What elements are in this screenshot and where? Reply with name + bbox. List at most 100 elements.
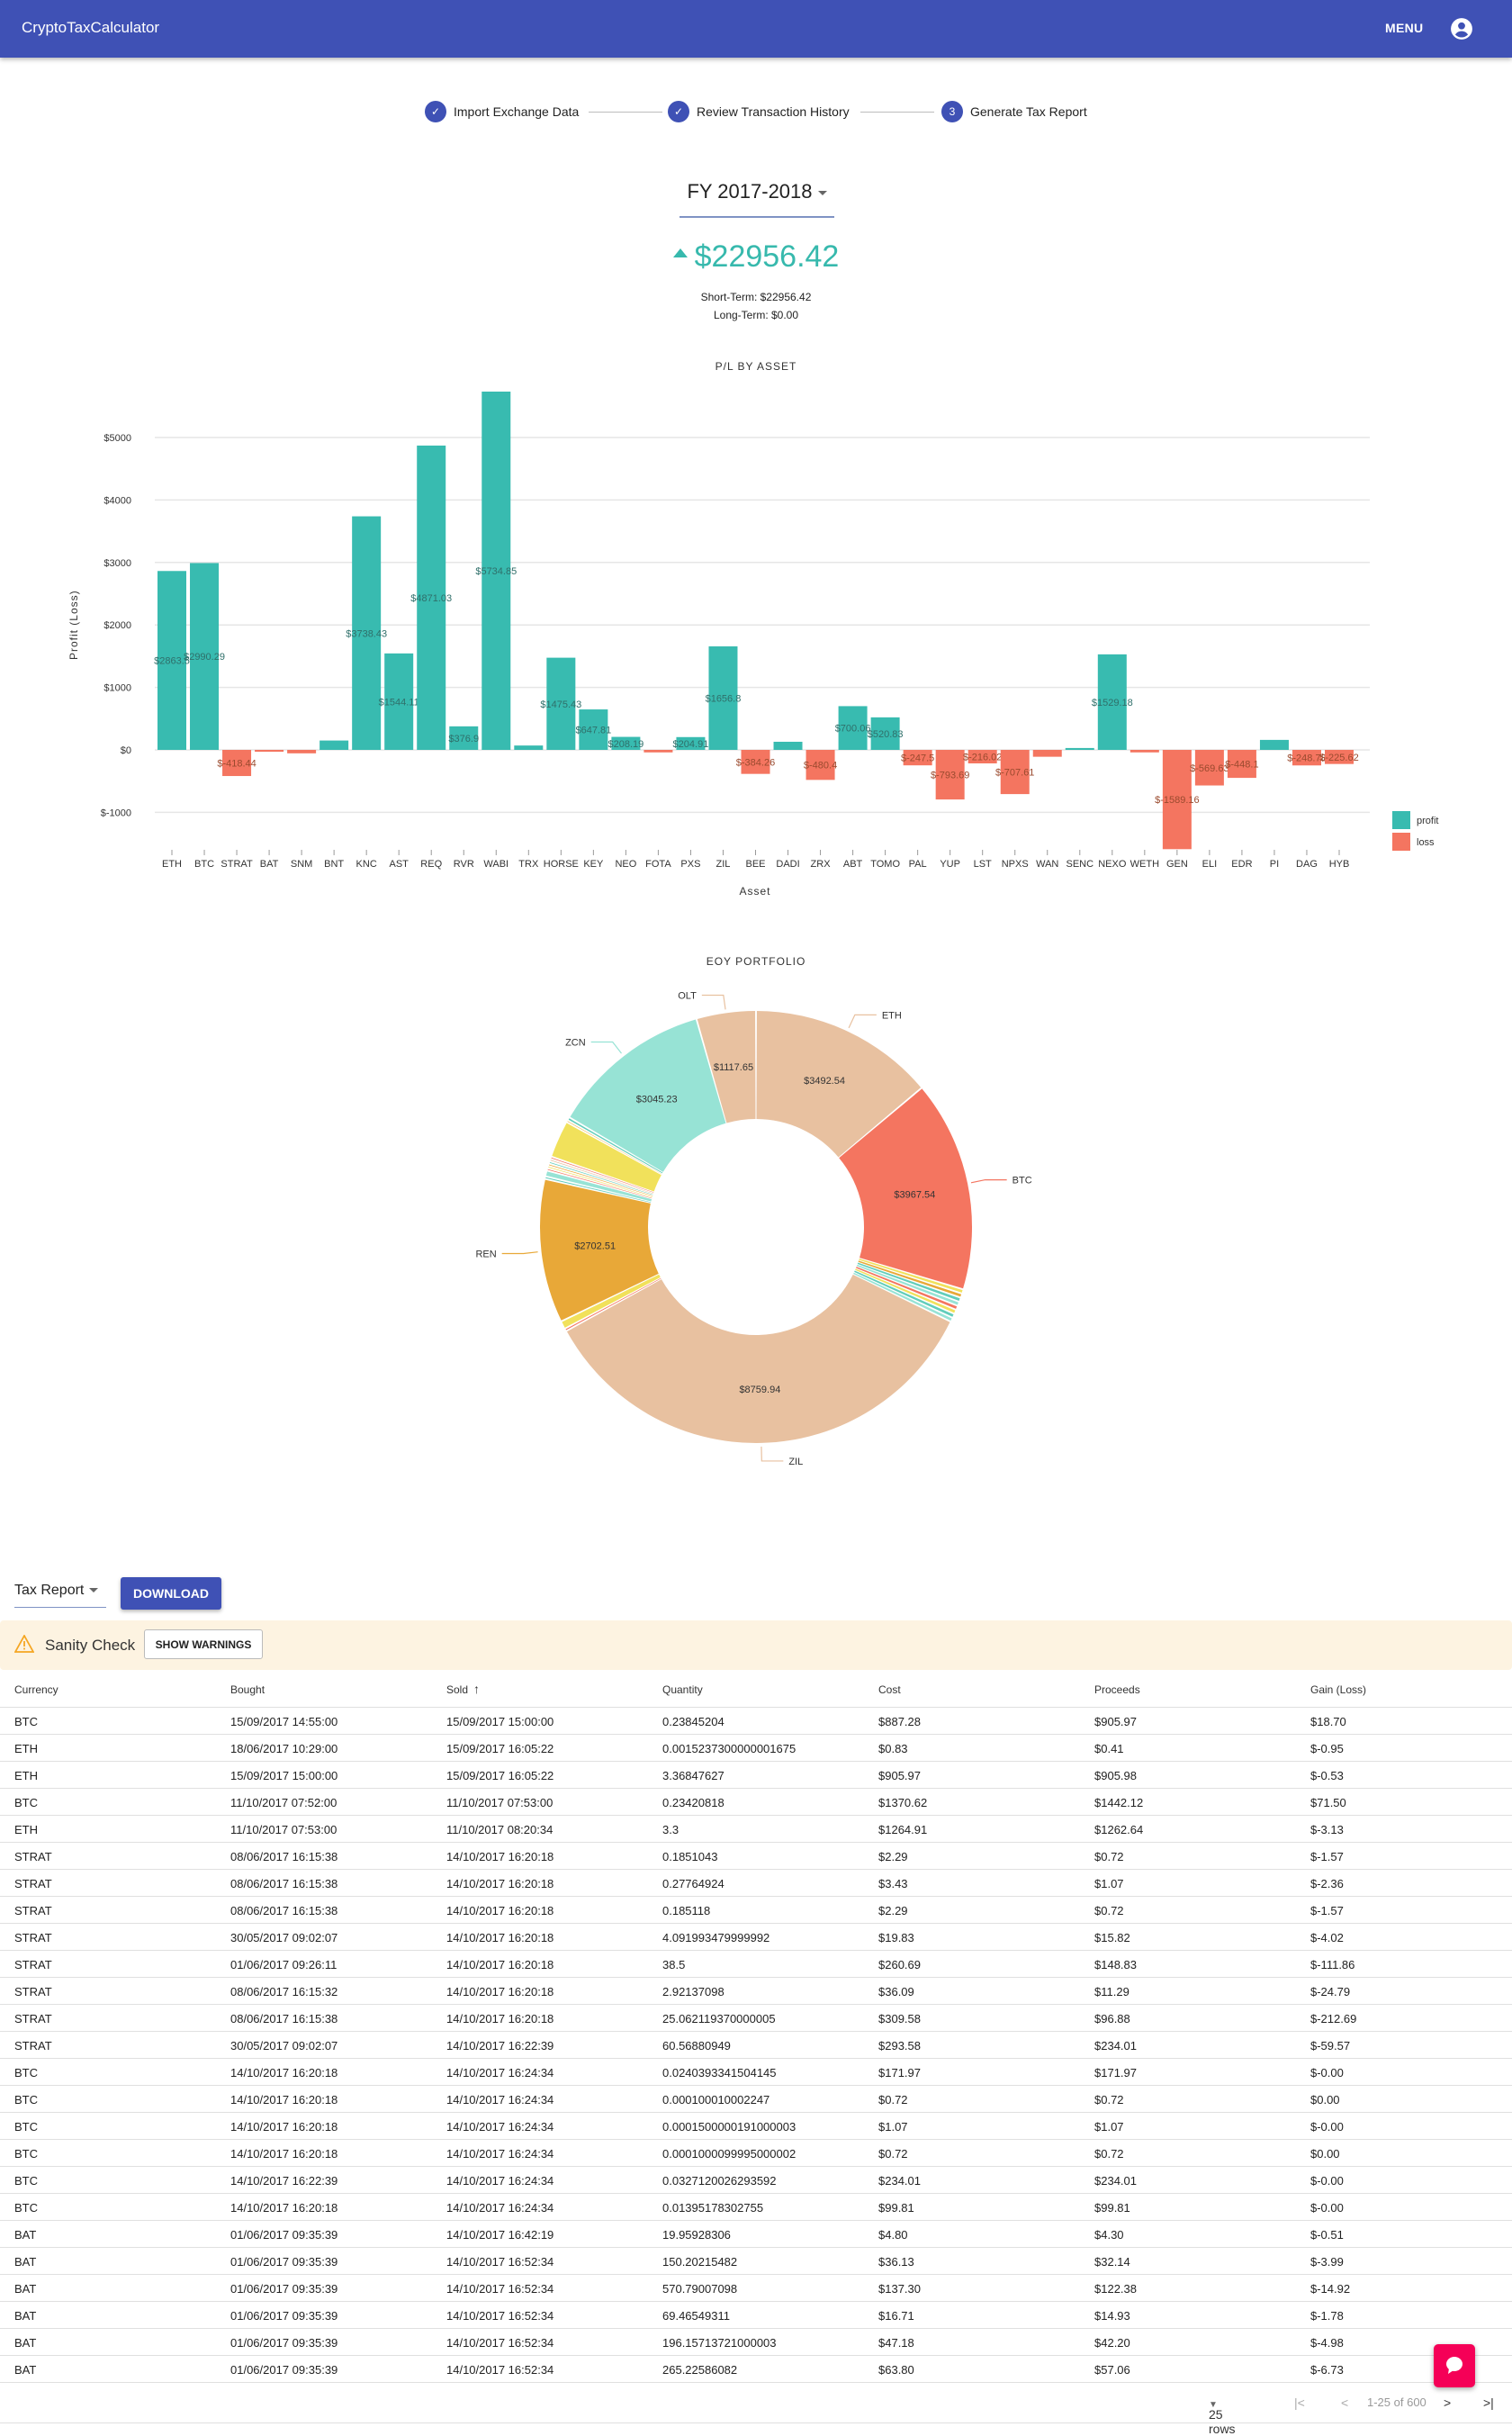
x-tick-label: PAL: [909, 859, 927, 870]
cell-cost: $309.58: [878, 2012, 921, 2025]
show-warnings-button[interactable]: SHOW WARNINGS: [144, 1629, 263, 1659]
step-connector: [860, 112, 934, 113]
column-header-gain-loss[interactable]: Gain (Loss): [1310, 1683, 1366, 1696]
next-page-button[interactable]: >: [1444, 2395, 1451, 2410]
y-tick-label: $0: [121, 745, 131, 756]
cell-quantity: 19.95928306: [662, 2228, 731, 2242]
x-tick-label: NEO: [615, 859, 636, 870]
table-row[interactable]: STRAT 08/06/2017 16:15:38 14/10/2017 16:20…: [0, 2005, 1512, 2032]
download-button[interactable]: DOWNLOAD: [121, 1577, 221, 1610]
slice-name-label: REN: [475, 1250, 496, 1260]
cell-bought: 08/06/2017 16:15:38: [230, 1877, 338, 1890]
step-import-exchange-data[interactable]: ✓ Import Exchange Data: [425, 99, 579, 124]
table-row[interactable]: ETH 11/10/2017 07:53:00 11/10/2017 08:20:3…: [0, 1816, 1512, 1843]
x-tick-label: NEXO: [1098, 859, 1127, 870]
table-row[interactable]: BTC 14/10/2017 16:20:18 14/10/2017 16:24:3…: [0, 2086, 1512, 2113]
sanity-check-banner: Sanity Check SHOW WARNINGS: [0, 1620, 1512, 1670]
column-header-proceeds[interactable]: Proceeds: [1094, 1683, 1140, 1696]
column-header-sold[interactable]: Sold: [446, 1683, 468, 1696]
step-generate-tax-report[interactable]: 3 Generate Tax Report: [941, 99, 1087, 124]
table-row[interactable]: STRAT 01/06/2017 09:26:11 14/10/2017 16:20…: [0, 1951, 1512, 1978]
cell-proceeds: $4.30: [1094, 2228, 1124, 2242]
x-tick-label: EDR: [1231, 859, 1252, 870]
bar-value-label: $5734.85: [475, 566, 517, 577]
table-row[interactable]: BAT 01/06/2017 09:35:39 14/10/2017 16:52:3…: [0, 2248, 1512, 2275]
bar-bat: [255, 750, 284, 753]
column-header-quantity[interactable]: Quantity: [662, 1683, 703, 1696]
cell-quantity: 2.92137098: [662, 1985, 724, 1998]
cell-cost: $1264.91: [878, 1823, 928, 1836]
cell-currency: STRAT: [14, 1985, 52, 1998]
cell-sold: 14/10/2017 16:20:18: [446, 1904, 554, 1917]
table-row[interactable]: STRAT 30/05/2017 09:02:07 14/10/2017 16:20…: [0, 1924, 1512, 1951]
cell-bought: 08/06/2017 16:15:38: [230, 1850, 338, 1863]
y-tick-label: $1000: [104, 683, 131, 694]
table-row[interactable]: BTC 14/10/2017 16:20:18 14/10/2017 16:24:3…: [0, 2140, 1512, 2167]
x-tick-label: PI: [1270, 859, 1279, 870]
table-row[interactable]: ETH 15/09/2017 15:00:00 15/09/2017 16:05:2…: [0, 1762, 1512, 1789]
leader-line: [970, 1178, 1007, 1184]
legend-label-profit: profit: [1417, 816, 1438, 826]
slice-value-label: $3492.54: [804, 1076, 845, 1087]
rows-per-page-select[interactable]: 25 rows ▼: [1209, 2395, 1236, 2436]
cell-cost: $4.80: [878, 2228, 908, 2242]
column-header-bought[interactable]: Bought: [230, 1683, 265, 1696]
table-row[interactable]: BTC 15/09/2017 14:55:00 15/09/2017 15:00:0…: [0, 1708, 1512, 1735]
table-row[interactable]: STRAT 30/05/2017 09:02:07 14/10/2017 16:22…: [0, 2032, 1512, 2059]
cell-gain-loss: $-3.13: [1310, 1823, 1344, 1836]
sort-ascending-icon[interactable]: ↑: [473, 1682, 480, 1696]
x-tick-label: SENC: [1066, 859, 1094, 870]
table-row[interactable]: BAT 01/06/2017 09:35:39 14/10/2017 16:42:1…: [0, 2221, 1512, 2248]
report-type-select[interactable]: Tax Report: [14, 1577, 106, 1608]
table-row[interactable]: ETH 18/06/2017 10:29:00 15/09/2017 16:05:2…: [0, 1735, 1512, 1762]
table-row[interactable]: BAT 01/06/2017 09:35:39 14/10/2017 16:52:3…: [0, 2356, 1512, 2383]
cell-gain-loss: $-24.79: [1310, 1985, 1351, 1998]
table-row[interactable]: BAT 01/06/2017 09:35:39 14/10/2017 16:52:3…: [0, 2275, 1512, 2302]
x-tick-label: HORSE: [544, 859, 579, 870]
table-row[interactable]: BTC 14/10/2017 16:22:39 14/10/2017 16:24:3…: [0, 2167, 1512, 2194]
table-row[interactable]: BTC 14/10/2017 16:20:18 14/10/2017 16:24:3…: [0, 2113, 1512, 2140]
cell-gain-loss: $-2.36: [1310, 1877, 1344, 1890]
step-number: 3: [941, 101, 963, 122]
cell-currency: BTC: [14, 2147, 38, 2161]
cell-quantity: 0.0327120026293592: [662, 2174, 777, 2188]
cell-sold: 14/10/2017 16:20:18: [446, 1931, 554, 1944]
cell-sold: 14/10/2017 16:24:34: [446, 2093, 554, 2107]
table-row[interactable]: STRAT 08/06/2017 16:15:38 14/10/2017 16:20…: [0, 1870, 1512, 1897]
table-row[interactable]: STRAT 08/06/2017 16:15:38 14/10/2017 16:20…: [0, 1843, 1512, 1870]
x-tick-label: WABI: [483, 859, 508, 870]
column-header-currency[interactable]: Currency: [14, 1683, 58, 1696]
total-gain: $22956.42: [0, 239, 1512, 275]
table-row[interactable]: BAT 01/06/2017 09:35:39 14/10/2017 16:52:3…: [0, 2302, 1512, 2329]
column-header-cost[interactable]: Cost: [878, 1683, 901, 1696]
table-row[interactable]: STRAT 08/06/2017 16:15:32 14/10/2017 16:20…: [0, 1978, 1512, 2005]
x-tick-label: BAT: [260, 859, 279, 870]
table-row[interactable]: BAT 01/06/2017 09:35:39 14/10/2017 16:52:3…: [0, 2329, 1512, 2356]
first-page-button[interactable]: |<: [1294, 2395, 1305, 2410]
cell-cost: $171.97: [878, 2066, 921, 2080]
rows-per-page-value: 25 rows: [1209, 2407, 1236, 2436]
bar-bnt: [320, 740, 349, 750]
step-review-transaction-history[interactable]: ✓ Review Transaction History: [668, 99, 850, 124]
step-label: Review Transaction History: [697, 104, 850, 119]
cell-currency: BAT: [14, 2228, 37, 2242]
previous-page-button[interactable]: <: [1341, 2395, 1348, 2410]
fiscal-year-select[interactable]: FY 2017-2018: [680, 180, 834, 218]
last-page-button[interactable]: >|: [1483, 2395, 1494, 2410]
cell-gain-loss: $-0.00: [1310, 2120, 1344, 2134]
table-row[interactable]: BTC 14/10/2017 16:20:18 14/10/2017 16:24:3…: [0, 2194, 1512, 2221]
slice-name-label: BTC: [1012, 1176, 1032, 1186]
table-row[interactable]: STRAT 08/06/2017 16:15:38 14/10/2017 16:20…: [0, 1897, 1512, 1924]
table-row[interactable]: BTC 11/10/2017 07:52:00 11/10/2017 07:53:0…: [0, 1789, 1512, 1816]
table-row[interactable]: BTC 14/10/2017 16:20:18 14/10/2017 16:24:3…: [0, 2059, 1512, 2086]
slice-name-label: OLT: [678, 991, 697, 1002]
step-label: Generate Tax Report: [970, 104, 1087, 119]
app-title[interactable]: CryptoTaxCalculator: [22, 19, 159, 37]
cell-sold: 14/10/2017 16:42:19: [446, 2228, 554, 2242]
menu-button[interactable]: MENU: [1385, 21, 1423, 35]
bar-value-label: $4871.03: [410, 593, 452, 604]
chat-button[interactable]: [1434, 2344, 1475, 2387]
x-tick-label: BTC: [194, 859, 214, 870]
stepper: ✓ Import Exchange Data ✓ Review Transact…: [0, 99, 1512, 126]
account-circle-icon[interactable]: [1450, 17, 1473, 41]
